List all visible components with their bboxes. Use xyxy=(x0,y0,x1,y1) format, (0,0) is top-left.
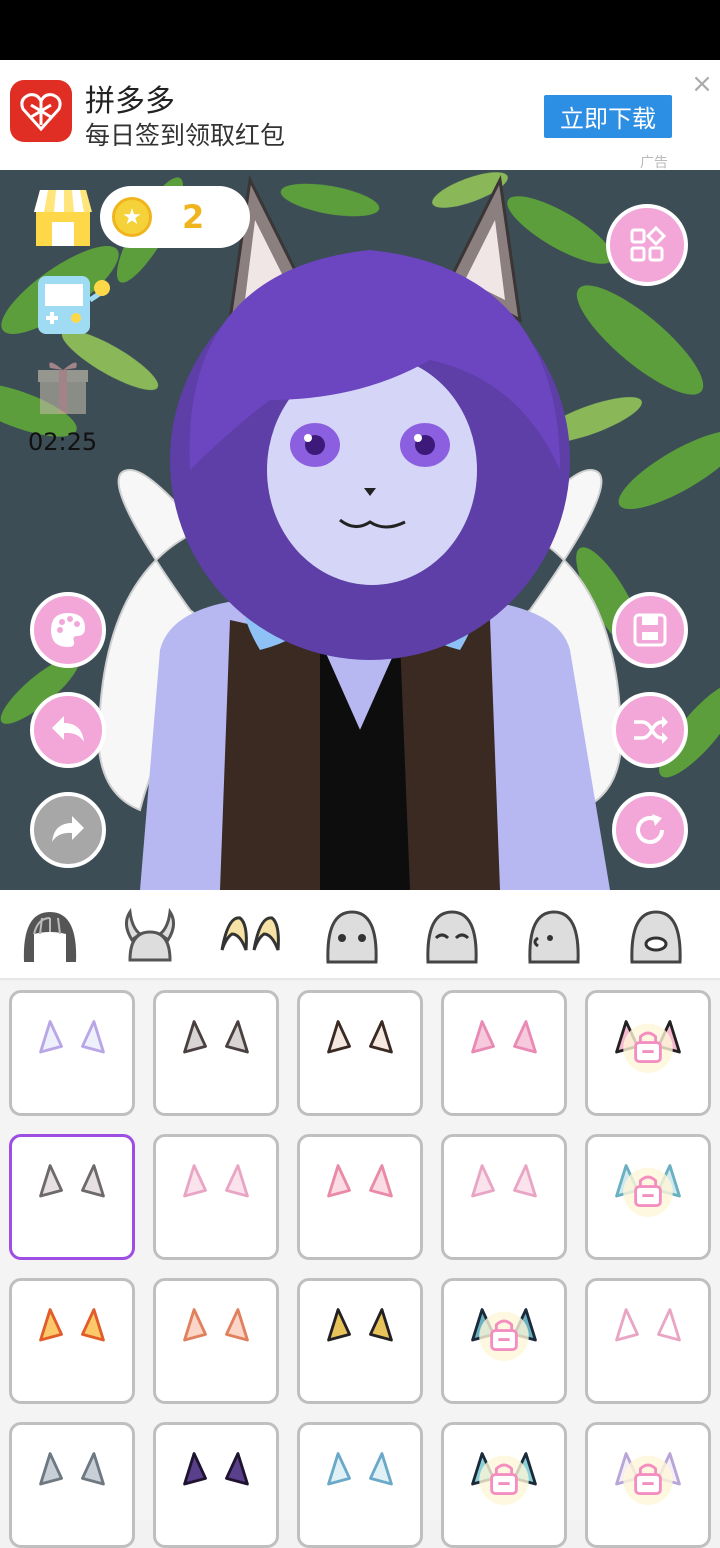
horns-icon xyxy=(125,907,175,962)
ear-preview-icon xyxy=(471,1452,537,1505)
ear-preview-icon xyxy=(39,1308,105,1342)
coin-count: 2 xyxy=(182,198,205,236)
shop-icon[interactable] xyxy=(30,184,96,250)
side-face-icon xyxy=(528,910,580,964)
reset-icon xyxy=(636,814,664,844)
ear-preview-icon xyxy=(327,1020,393,1054)
eyes-face-icon xyxy=(426,910,478,964)
ear-preview-icon xyxy=(471,1164,537,1198)
hair-icon xyxy=(23,912,77,962)
undo-button[interactable] xyxy=(30,692,106,768)
ear-preview-icon xyxy=(183,1164,249,1198)
ad-tag: 广告 xyxy=(640,155,668,171)
face-icon xyxy=(326,910,378,964)
ear-option-tiny-gray[interactable] xyxy=(9,1422,135,1548)
tab-eyes[interactable] xyxy=(420,904,484,968)
ear-option-white-fluffy[interactable] xyxy=(585,1422,711,1548)
coin-counter: ★ 2 xyxy=(100,186,250,248)
tab-face[interactable] xyxy=(320,904,384,968)
ear-option-brown-cat[interactable] xyxy=(297,990,423,1116)
game-console-icon[interactable] xyxy=(36,270,112,336)
ear-preview-icon xyxy=(615,1020,681,1073)
ear-preview-icon xyxy=(471,1308,537,1361)
ear-option-pink-long[interactable] xyxy=(441,990,567,1116)
redo-icon xyxy=(52,816,84,842)
gift-timer: 02:25 xyxy=(28,428,98,456)
ear-options-grid xyxy=(0,982,720,1548)
ear-option-orange-fox[interactable] xyxy=(9,1278,135,1404)
ear-preview-icon xyxy=(615,1164,681,1217)
ear-preview-icon xyxy=(183,1308,249,1342)
ear-option-fluffy-gray[interactable] xyxy=(9,1134,135,1260)
ear-preview-icon xyxy=(471,1020,537,1054)
ad-banner[interactable]: 拼多多 每日签到领取红包 立即下载 × 广告 xyxy=(0,60,720,171)
ear-preview-icon xyxy=(327,1164,393,1198)
grid-menu-icon xyxy=(630,225,667,262)
ear-option-crystal[interactable] xyxy=(585,1134,711,1260)
ear-option-gold-horn[interactable] xyxy=(297,1278,423,1404)
ear-option-tiny-white[interactable] xyxy=(585,1278,711,1404)
reset-button[interactable] xyxy=(612,792,688,868)
category-tab-bar xyxy=(0,890,720,980)
coin-icon: ★ xyxy=(112,197,152,237)
ear-option-black-pink[interactable] xyxy=(585,990,711,1116)
save-button[interactable] xyxy=(612,592,688,668)
palette-icon xyxy=(51,613,85,647)
ear-option-purple-dark[interactable] xyxy=(153,1422,279,1548)
ear-preview-icon xyxy=(183,1452,249,1486)
ear-option-white-bunny[interactable] xyxy=(153,1134,279,1260)
gift-icon[interactable] xyxy=(36,356,90,416)
tab-mouth[interactable] xyxy=(624,904,688,968)
tab-ears[interactable] xyxy=(218,904,282,968)
ear-preview-icon xyxy=(615,1308,681,1342)
ear-preview-icon xyxy=(327,1308,393,1342)
ear-option-white-small[interactable] xyxy=(9,990,135,1116)
ad-app-name: 拼多多 xyxy=(85,84,175,119)
tab-horns[interactable] xyxy=(118,904,182,968)
shuffle-button[interactable] xyxy=(612,692,688,768)
ear-option-gray-cat[interactable] xyxy=(153,990,279,1116)
ear-preview-icon xyxy=(39,1020,105,1054)
tab-side-face[interactable] xyxy=(522,904,586,968)
category-menu-button[interactable] xyxy=(606,204,688,286)
tab-hair[interactable] xyxy=(18,904,82,968)
ad-slogan: 每日签到领取红包 xyxy=(85,121,286,150)
ears-icon xyxy=(220,916,280,951)
ear-preview-icon xyxy=(39,1452,105,1486)
mouth-face-icon xyxy=(630,910,682,964)
ear-option-teal-dark[interactable] xyxy=(441,1422,567,1548)
ear-preview-icon xyxy=(183,1020,249,1054)
ear-option-peach-cat[interactable] xyxy=(153,1278,279,1404)
ear-preview-icon xyxy=(39,1164,105,1198)
shuffle-icon xyxy=(634,716,668,744)
ear-preview-icon xyxy=(615,1452,681,1505)
ad-download-button[interactable]: 立即下载 xyxy=(544,95,672,138)
redo-button[interactable] xyxy=(30,792,106,868)
ear-option-side-wing[interactable] xyxy=(441,1134,567,1260)
close-icon[interactable]: × xyxy=(688,70,716,98)
undo-icon xyxy=(52,716,84,742)
ear-option-elf-blue[interactable] xyxy=(297,1422,423,1548)
ear-option-dark-feather[interactable] xyxy=(441,1278,567,1404)
pinduoduo-logo xyxy=(10,80,72,142)
save-icon xyxy=(633,613,667,647)
palette-button[interactable] xyxy=(30,592,106,668)
character-preview: ★ 2 02:25 xyxy=(0,170,720,890)
status-bar xyxy=(0,0,720,60)
ear-preview-icon xyxy=(327,1452,393,1486)
ear-option-feather-pink[interactable] xyxy=(297,1134,423,1260)
